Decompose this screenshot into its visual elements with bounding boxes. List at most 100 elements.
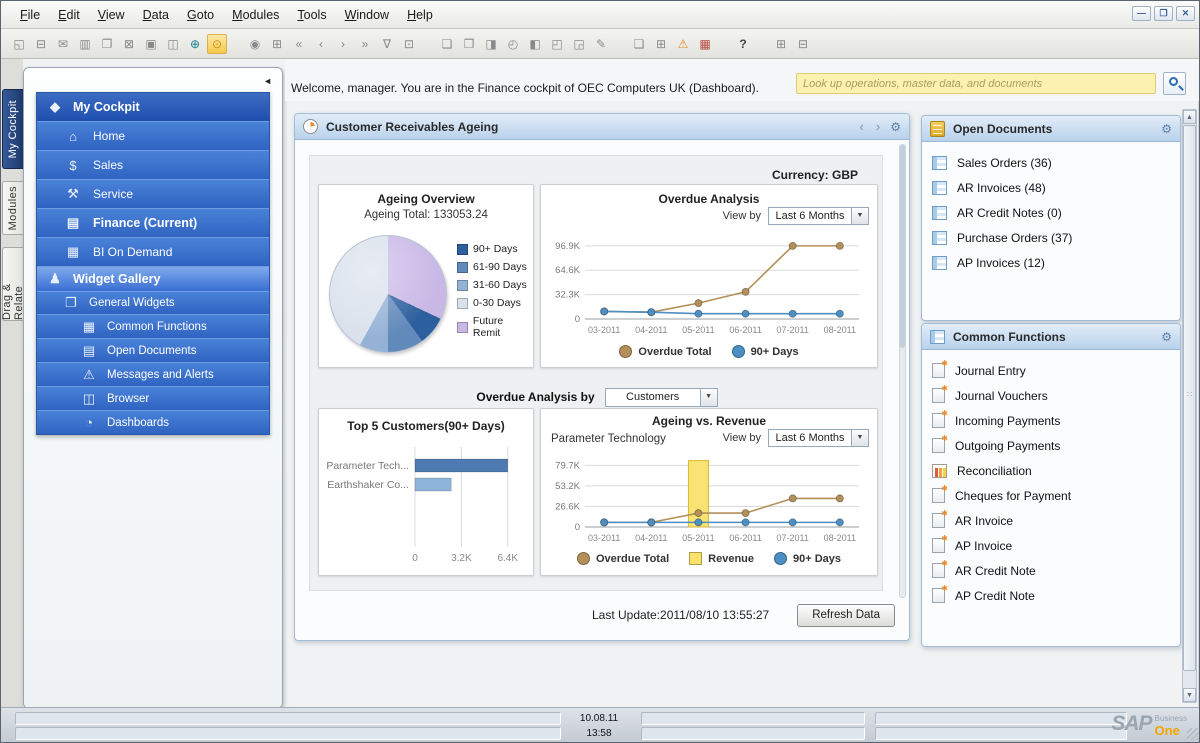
open-doc-ap-invoices-12[interactable]: AP Invoices (12) (932, 250, 1170, 275)
send-message-icon[interactable]: ✉ (53, 34, 73, 54)
menu-edit[interactable]: Edit (49, 5, 89, 25)
minimize-button[interactable]: — (1132, 6, 1151, 21)
sidebar-item-messages-and-alerts[interactable]: ⚠Messages and Alerts (37, 362, 269, 386)
sidebar-item-widget-gallery[interactable]: ♟Widget Gallery (37, 266, 269, 291)
next-widget-icon[interactable]: › (874, 119, 882, 134)
top5-bar-chart[interactable]: 03.2K6.4KParameter Tech...Earthshaker Co… (323, 441, 531, 567)
volume-weight-icon[interactable]: ◧ (525, 34, 545, 54)
base-document-icon[interactable]: ❏ (437, 34, 457, 54)
wrench-icon[interactable]: ⚙ (890, 120, 901, 134)
common-function-ar-credit-note[interactable]: AR Credit Note (932, 558, 1170, 583)
settings-import-icon[interactable]: ⊞ (771, 34, 791, 54)
attachment-icon[interactable]: ▥ (75, 34, 95, 54)
print-preview-icon[interactable]: ◱ (9, 34, 29, 54)
find-icon[interactable]: ◉ (245, 34, 265, 54)
open-doc-purchase-orders-37[interactable]: Purchase Orders (37) (932, 225, 1170, 250)
dropdown-arrow-icon[interactable]: ▼ (852, 429, 869, 447)
side-tab-my-cockpit[interactable]: My Cockpit (2, 89, 23, 169)
add-record-icon[interactable]: ⊞ (267, 34, 287, 54)
common-function-journal-entry[interactable]: Journal Entry (932, 358, 1170, 383)
close-button[interactable]: ✕ (1176, 6, 1195, 21)
open-doc-ar-credit-notes-0[interactable]: AR Credit Notes (0) (932, 200, 1170, 225)
ageing-pie-chart[interactable] (329, 235, 447, 353)
sort-table-icon[interactable]: ⊡ (399, 34, 419, 54)
widget-scrollbar[interactable] (899, 144, 906, 598)
first-record-icon[interactable]: « (289, 34, 309, 54)
target-document-icon[interactable]: ❒ (459, 34, 479, 54)
common-function-ar-invoice[interactable]: AR Invoice (932, 508, 1170, 533)
resize-grip[interactable] (1187, 728, 1199, 740)
copy-special-icon[interactable]: ❐ (97, 34, 117, 54)
refresh-data-button[interactable]: Refresh Data (797, 604, 895, 627)
ageing-vs-revenue-chart[interactable]: 026.6K53.2K79.7K03-201104-201105-201106-… (545, 451, 873, 549)
sidebar-collapse-icon[interactable]: ◄ (263, 76, 272, 86)
open-doc-ar-invoices-48[interactable]: AR Invoices (48) (932, 175, 1170, 200)
menu-view[interactable]: View (89, 5, 134, 25)
export-word-icon[interactable]: ▣ (141, 34, 161, 54)
sidebar-item-browser[interactable]: ◫Browser (37, 386, 269, 410)
side-tab-drag-relate[interactable]: Drag & Relate (2, 247, 23, 321)
dropdown-arrow-icon[interactable]: ▼ (701, 388, 718, 407)
sidebar-item-finance-current[interactable]: ▤Finance (Current) (37, 208, 269, 237)
menu-modules[interactable]: Modules (223, 5, 288, 25)
menu-file[interactable]: File (11, 5, 49, 25)
common-function-reconciliation[interactable]: Reconciliation (932, 458, 1170, 483)
edit-icon[interactable]: ✎ (591, 34, 611, 54)
sidebar-item-dashboards[interactable]: ◔Dashboards (37, 410, 269, 434)
document-edit-icon[interactable]: ❏ (629, 34, 649, 54)
gross-profit-icon[interactable]: ◴ (503, 34, 523, 54)
help-icon[interactable]: ? (733, 34, 753, 54)
transaction-journal-icon[interactable]: ◰ (547, 34, 567, 54)
messages-alert-icon[interactable]: ⚠ (673, 34, 693, 54)
export-excel-icon[interactable]: ⊠ (119, 34, 139, 54)
search-input[interactable] (796, 73, 1156, 94)
view-by-dropdown[interactable]: Last 6 Months ▼ (768, 207, 869, 225)
restore-button[interactable]: ❐ (1154, 6, 1173, 21)
settings-export-icon[interactable]: ⊟ (793, 34, 813, 54)
common-function-ap-credit-note[interactable]: AP Credit Note (932, 583, 1170, 608)
last-record-icon[interactable]: » (355, 34, 375, 54)
wrench-icon[interactable]: ⚙ (1161, 122, 1172, 136)
common-function-cheques-for-payment[interactable]: Cheques for Payment (932, 483, 1170, 508)
side-tab-modules[interactable]: Modules (2, 181, 23, 235)
print-icon[interactable]: ⊟ (31, 34, 51, 54)
common-function-incoming-payments[interactable]: Incoming Payments (932, 408, 1170, 433)
overdue-by-dropdown[interactable]: Customers ▼ (605, 388, 718, 407)
sidebar-item-common-functions[interactable]: ▦Common Functions (37, 314, 269, 338)
sidebar-item-home[interactable]: ⌂Home (37, 121, 269, 150)
next-record-icon[interactable]: › (333, 34, 353, 54)
scrollbar-thumb[interactable]: ∷ (1183, 125, 1196, 671)
menu-data[interactable]: Data (134, 5, 178, 25)
open-doc-sales-orders-36[interactable]: Sales Orders (36) (932, 150, 1170, 175)
previous-widget-icon[interactable]: ‹ (858, 119, 866, 134)
sidebar-item-my-cockpit[interactable]: ◆My Cockpit (37, 93, 269, 121)
menu-help[interactable]: Help (398, 5, 442, 25)
launch-application-icon[interactable]: ⊕ (185, 34, 205, 54)
sidebar-item-general-widgets[interactable]: ❐General Widgets (37, 291, 269, 314)
overdue-analysis-chart[interactable]: 032.3K64.6K96.9K03-201104-201105-201106-… (545, 231, 873, 341)
menu-goto[interactable]: Goto (178, 5, 223, 25)
view-by-dropdown[interactable]: Last 6 Months ▼ (768, 429, 869, 447)
common-function-journal-vouchers[interactable]: Journal Vouchers (932, 383, 1170, 408)
common-function-ap-invoice[interactable]: AP Invoice (932, 533, 1170, 558)
calendar-icon[interactable]: ▦ (695, 34, 715, 54)
query-table-icon[interactable]: ⊞ (651, 34, 671, 54)
export-pdf-icon[interactable]: ◫ (163, 34, 183, 54)
payment-means-icon[interactable]: ◨ (481, 34, 501, 54)
common-function-outgoing-payments[interactable]: Outgoing Payments (932, 433, 1170, 458)
sidebar-item-service[interactable]: ⚒Service (37, 179, 269, 208)
sidebar-item-sales[interactable]: $Sales (37, 150, 269, 179)
scroll-up-icon[interactable]: ▲ (1183, 110, 1196, 124)
wrench-icon[interactable]: ⚙ (1161, 330, 1172, 344)
dropdown-arrow-icon[interactable]: ▼ (852, 207, 869, 225)
vertical-scrollbar[interactable]: ▲ ∷ ▼ (1182, 109, 1197, 703)
menu-window[interactable]: Window (336, 5, 398, 25)
scroll-down-icon[interactable]: ▼ (1183, 688, 1196, 702)
previous-record-icon[interactable]: ‹ (311, 34, 331, 54)
sidebar-item-open-documents[interactable]: ▤Open Documents (37, 338, 269, 362)
document-search-icon[interactable]: ◲ (569, 34, 589, 54)
search-button[interactable] (1163, 72, 1186, 95)
sidebar-item-bi-on-demand[interactable]: ▦BI On Demand (37, 237, 269, 266)
lock-screen-icon[interactable]: ⊙ (207, 34, 227, 54)
filter-table-icon[interactable]: ∇ (377, 34, 397, 54)
